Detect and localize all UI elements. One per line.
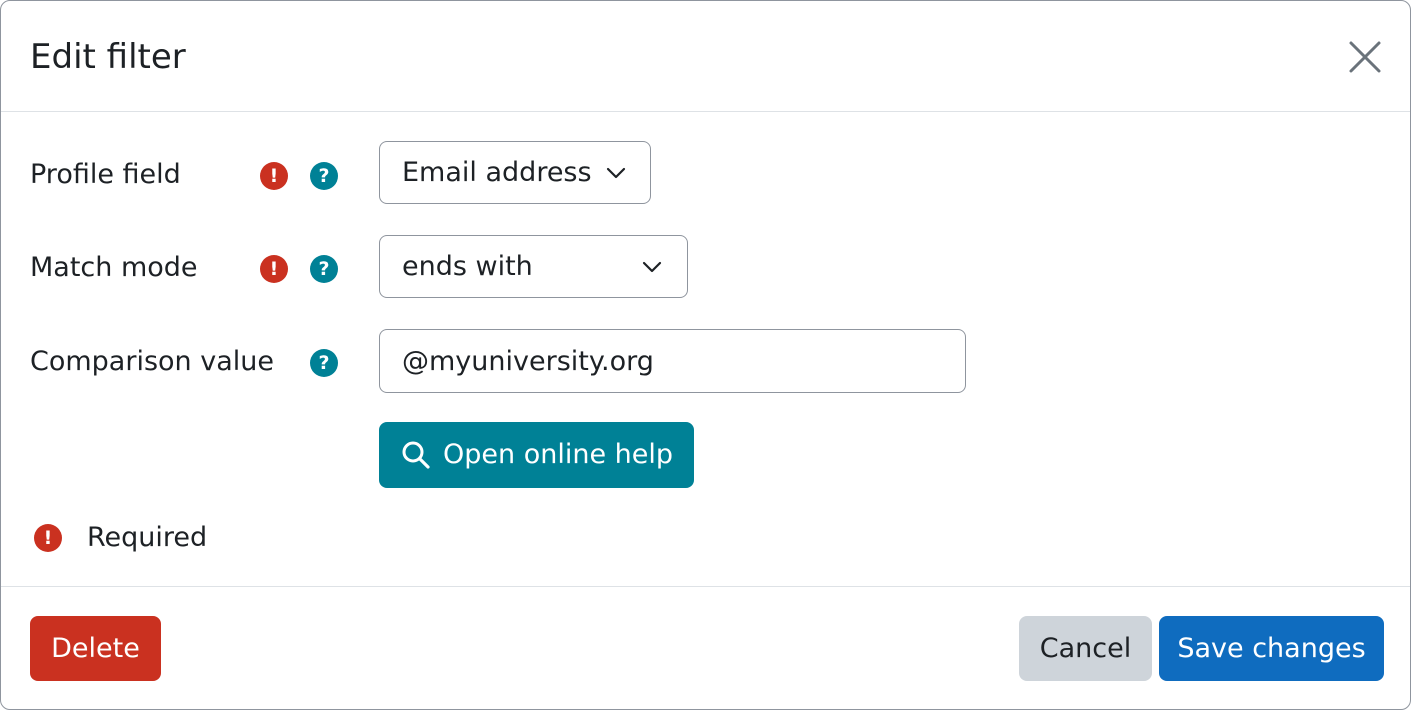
dialog-body: Profile field ! ? Email address Match mo… bbox=[1, 112, 1410, 587]
match-mode-value: ends with bbox=[402, 251, 533, 282]
required-icon: ! bbox=[260, 162, 288, 190]
match-mode-select[interactable]: ends with bbox=[379, 235, 688, 298]
required-icon: ! bbox=[34, 524, 62, 552]
open-online-help-label: Open online help bbox=[443, 439, 674, 470]
comparison-value-label: Comparison value bbox=[30, 346, 274, 377]
delete-button[interactable]: Delete bbox=[30, 616, 161, 681]
chevron-down-icon bbox=[606, 167, 626, 179]
save-changes-button[interactable]: Save changes bbox=[1159, 616, 1384, 681]
profile-field-select[interactable]: Email address bbox=[379, 141, 651, 204]
comparison-value-input[interactable] bbox=[379, 329, 966, 393]
help-icon[interactable]: ? bbox=[310, 162, 338, 190]
dialog-footer: Delete Cancel Save changes bbox=[1, 587, 1410, 709]
help-icon[interactable]: ? bbox=[310, 349, 338, 377]
help-icon[interactable]: ? bbox=[310, 255, 338, 283]
cancel-button[interactable]: Cancel bbox=[1019, 616, 1152, 681]
edit-filter-dialog: Edit filter Profile field ! ? Email addr… bbox=[0, 0, 1411, 710]
profile-field-label: Profile field bbox=[30, 159, 181, 190]
close-icon bbox=[1349, 41, 1381, 73]
match-mode-label: Match mode bbox=[30, 252, 198, 283]
dialog-title: Edit filter bbox=[30, 37, 186, 77]
required-note: Required bbox=[87, 522, 208, 553]
dialog-header: Edit filter bbox=[1, 1, 1410, 112]
chevron-down-icon bbox=[642, 261, 662, 273]
close-button[interactable] bbox=[1347, 39, 1383, 75]
required-icon: ! bbox=[260, 255, 288, 283]
profile-field-value: Email address bbox=[402, 157, 592, 188]
search-icon bbox=[402, 441, 430, 469]
open-online-help-button[interactable]: Open online help bbox=[379, 422, 694, 488]
